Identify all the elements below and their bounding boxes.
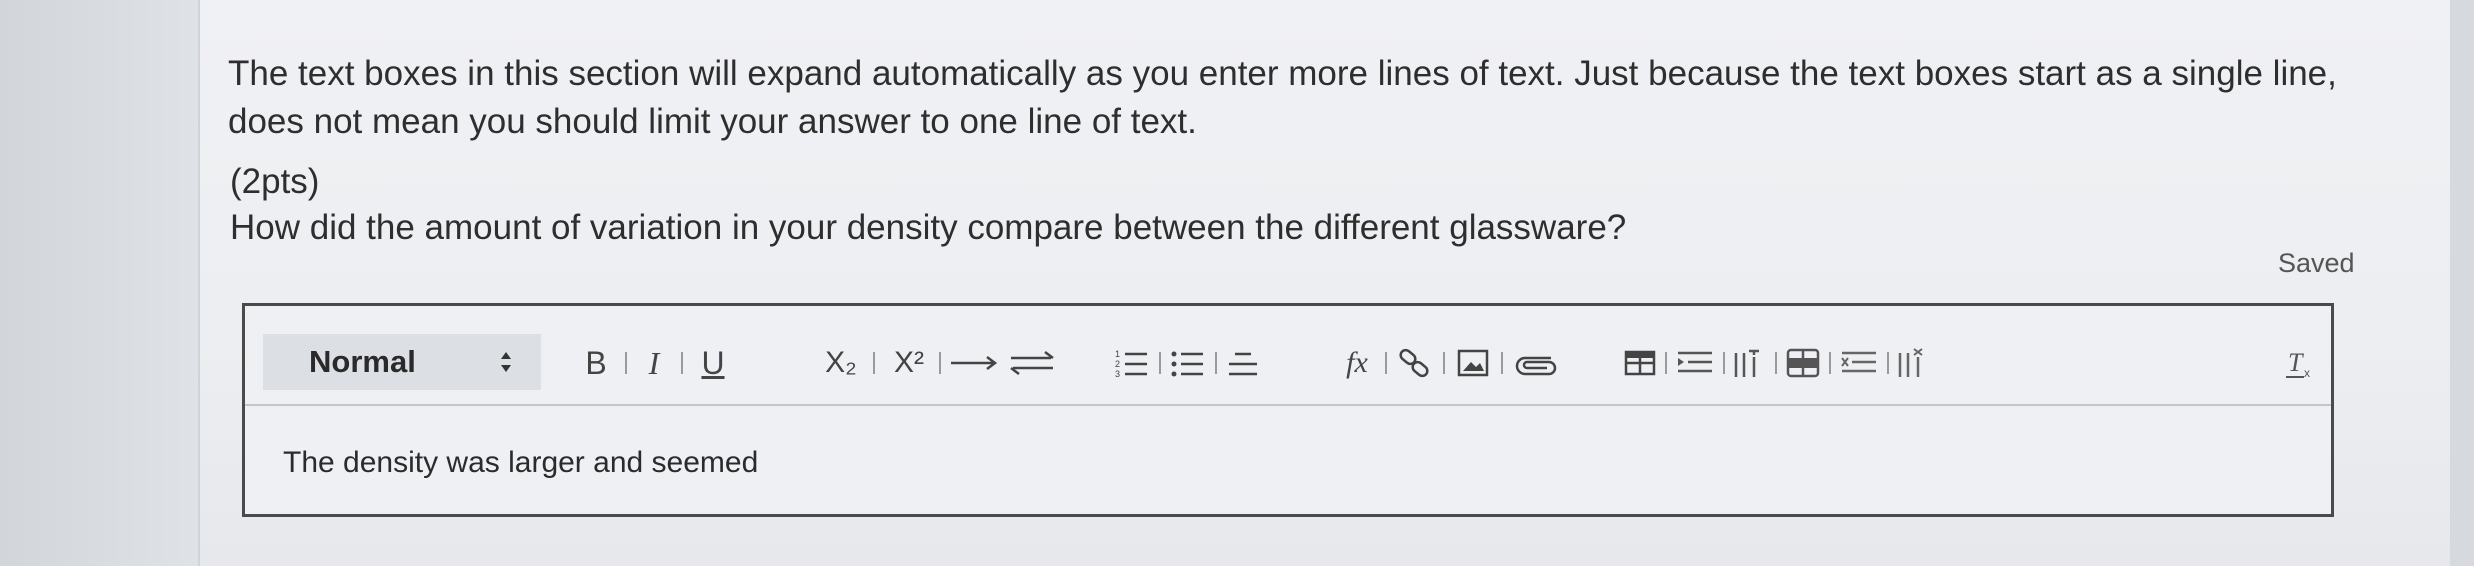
page-margin	[0, 0, 200, 566]
arrow-right-button[interactable]	[949, 340, 999, 386]
align-button[interactable]	[1227, 340, 1259, 386]
image-icon	[1457, 349, 1489, 377]
toolbar-separator	[625, 352, 627, 374]
svg-text:2: 2	[1115, 359, 1120, 369]
toolbar-separator	[1775, 352, 1777, 374]
toolbar-separator	[1829, 352, 1831, 374]
subscript-icon: X₂	[825, 346, 857, 379]
toolbar-separator	[1215, 352, 1217, 374]
insert-column-button[interactable]	[1731, 340, 1767, 386]
bold-icon: B	[585, 344, 607, 381]
toolbar-separator	[1385, 352, 1387, 374]
image-button[interactable]	[1455, 340, 1491, 386]
saved-status: Saved	[2278, 248, 2355, 278]
toolbar-separator	[873, 352, 875, 374]
instructions-text: The text boxes in this section will expa…	[228, 54, 2337, 141]
toolbar-separator	[1723, 352, 1725, 374]
format-select-label: Normal	[309, 344, 416, 379]
toolbar-separator	[1665, 352, 1667, 374]
bold-button[interactable]: B	[581, 340, 611, 386]
attachment-button[interactable]	[1511, 340, 1559, 386]
paragraph-format-select[interactable]: Normal	[263, 334, 541, 390]
clear-formatting-button[interactable]: Tx	[2283, 340, 2319, 386]
toolbar-separator	[1159, 352, 1161, 374]
toolbar-separator	[1501, 352, 1503, 374]
table-button[interactable]	[1623, 340, 1657, 386]
italic-icon: I	[648, 344, 660, 381]
insert-column-icon	[1734, 349, 1759, 377]
underline-icon: U	[701, 344, 725, 381]
svg-text:T: T	[2288, 348, 2304, 377]
svg-text:1: 1	[1115, 349, 1120, 359]
editor-toolbar: Normal B I U X₂ X² 1 2 3 fx T x	[245, 306, 2331, 406]
table-row-delete-icon	[1786, 348, 1820, 378]
delete-column-button[interactable]	[1895, 340, 1931, 386]
link-icon	[1399, 348, 1429, 378]
arrow-right-icon	[951, 356, 998, 370]
insert-row-button[interactable]	[1675, 340, 1715, 386]
question-points: (2pts)	[230, 162, 320, 201]
toolbar-separator	[681, 352, 683, 374]
equilibrium-arrows-icon	[1010, 351, 1054, 375]
bulleted-list-icon	[1171, 351, 1203, 377]
delete-column-icon	[1898, 348, 1923, 377]
toolbar-separator	[1887, 352, 1889, 374]
question-text: How did the amount of variation in your …	[230, 208, 1627, 247]
subscript-button[interactable]: X₂	[819, 340, 863, 386]
equilibrium-button[interactable]	[1009, 340, 1055, 386]
attachment-icon	[1515, 356, 1557, 376]
italic-button[interactable]: I	[641, 340, 667, 386]
formula-icon: fx	[1346, 346, 1368, 379]
table-row-delete-button[interactable]	[1785, 340, 1821, 386]
numbered-list-button[interactable]: 123	[1115, 340, 1149, 386]
svg-text:3: 3	[1115, 369, 1120, 379]
svg-text:x: x	[2304, 366, 2310, 379]
delete-row-icon	[1841, 351, 1876, 373]
bulleted-list-button[interactable]	[1171, 340, 1205, 386]
formula-button[interactable]: fx	[1339, 340, 1375, 386]
numbered-list-icon: 123	[1115, 349, 1147, 379]
toolbar-separator	[939, 352, 941, 374]
delete-row-button[interactable]	[1839, 340, 1879, 386]
clear-formatting-icon: Tx	[2286, 348, 2310, 379]
rich-text-editor: Normal B I U X₂ X² 1 2 3 fx T x The dens…	[242, 303, 2334, 517]
toolbar-separator	[1443, 352, 1445, 374]
underline-button[interactable]: U	[697, 340, 729, 386]
superscript-button[interactable]: X²	[887, 340, 931, 386]
chevron-updown-icon	[499, 347, 513, 377]
answer-text-area[interactable]: The density was larger and seemed	[283, 446, 758, 480]
superscript-icon: X²	[894, 346, 924, 379]
insert-row-icon	[1678, 351, 1712, 373]
link-button[interactable]	[1397, 340, 1433, 386]
align-icon	[1229, 352, 1257, 376]
table-icon	[1624, 350, 1656, 376]
